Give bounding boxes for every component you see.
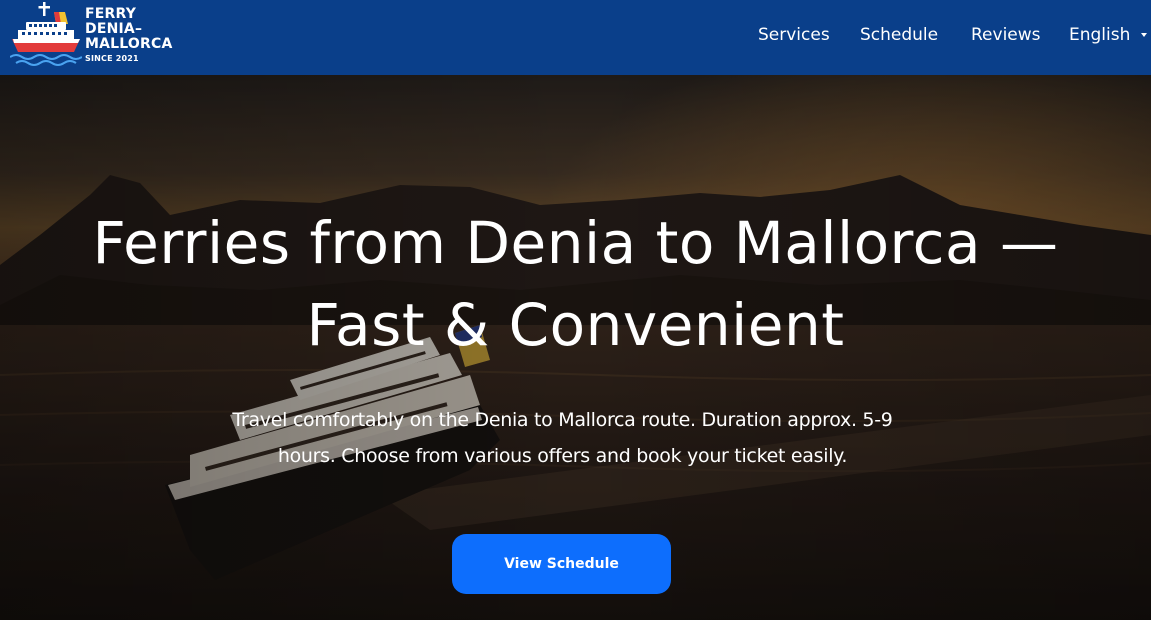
nav-services[interactable]: Services [758, 25, 830, 45]
hero-subtitle-line-2: hours. Choose from various offers and bo… [277, 445, 848, 467]
site-header: FERRY DENIA– MALLORCA SINCE 2021 Service… [0, 0, 1151, 75]
logo-since: SINCE 2021 [85, 54, 139, 63]
hero-subtitle: Travel comfortably on the Denia to Mallo… [200, 402, 925, 474]
nav-schedule[interactable]: Schedule [860, 25, 938, 45]
view-schedule-button[interactable]: View Schedule [452, 534, 671, 594]
logo-line-mallorca: MALLORCA [85, 36, 173, 52]
site-logo[interactable]: FERRY DENIA– MALLORCA SINCE 2021 [10, 2, 185, 72]
hero-subtitle-line-1: Travel comfortably on the Denia to Mallo… [232, 409, 893, 431]
hero-section: Ferries from Denia to Mallorca — Fast & … [0, 75, 1151, 620]
logo-line-ferry: FERRY [85, 6, 137, 22]
nav-language-english[interactable]: English [1069, 25, 1130, 45]
ferry-ship-icon [10, 2, 82, 66]
hero-title: Ferries from Denia to Mallorca — Fast & … [0, 202, 1151, 366]
logo-wordmark: FERRY DENIA– MALLORCA SINCE 2021 [85, 7, 173, 65]
logo-line-denia: DENIA– [85, 21, 143, 37]
caret-down-icon[interactable] [1141, 33, 1147, 37]
hero-title-line-2: Fast & Convenient [306, 291, 845, 359]
hero-title-line-1: Ferries from Denia to Mallorca — [92, 209, 1059, 277]
nav-reviews[interactable]: Reviews [971, 25, 1041, 45]
